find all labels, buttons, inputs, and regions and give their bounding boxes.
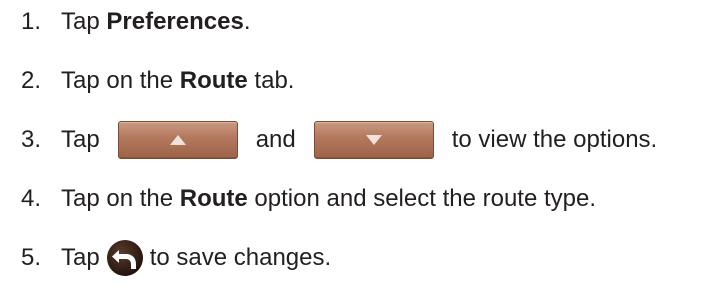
step-text: Tap <box>61 8 107 35</box>
step-bold-term: Route <box>179 67 248 94</box>
step-text: to view the options. <box>451 126 658 153</box>
step-4: 4. Tap on the Route option and select the… <box>21 179 596 219</box>
step-text: Tap on the <box>61 185 180 212</box>
instruction-steps: 1. Tap Preferences. 2. Tap on the Route ta… <box>0 0 704 297</box>
step-text: and <box>255 126 296 153</box>
step-number: 3. <box>21 126 42 153</box>
step-text: . <box>243 8 251 35</box>
step-3: 3. Tap and to view the options. <box>21 120 657 160</box>
step-5: 5. Tap to save changes. <box>21 238 331 278</box>
step-number: 2. <box>21 67 42 94</box>
up-arrow-button-icon <box>117 121 238 159</box>
step-number: 1. <box>21 8 42 35</box>
down-arrow-button-icon <box>313 121 434 159</box>
step-2: 2. Tap on the Route tab. <box>21 61 294 101</box>
back-arrow-icon <box>106 239 144 277</box>
step-text: option and select the route type. <box>247 185 596 212</box>
step-bold-term: Preferences <box>106 8 244 35</box>
step-number: 4. <box>21 185 42 212</box>
step-text: Tap on the <box>61 67 180 94</box>
step-text: Tap <box>61 244 100 271</box>
step-text: to save changes. <box>149 244 332 271</box>
step-text: Tap <box>61 126 100 153</box>
step-number: 5. <box>21 244 42 271</box>
step-text: tab. <box>247 67 295 94</box>
step-bold-term: Route <box>179 185 248 212</box>
step-1: 1. Tap Preferences. <box>21 2 250 42</box>
